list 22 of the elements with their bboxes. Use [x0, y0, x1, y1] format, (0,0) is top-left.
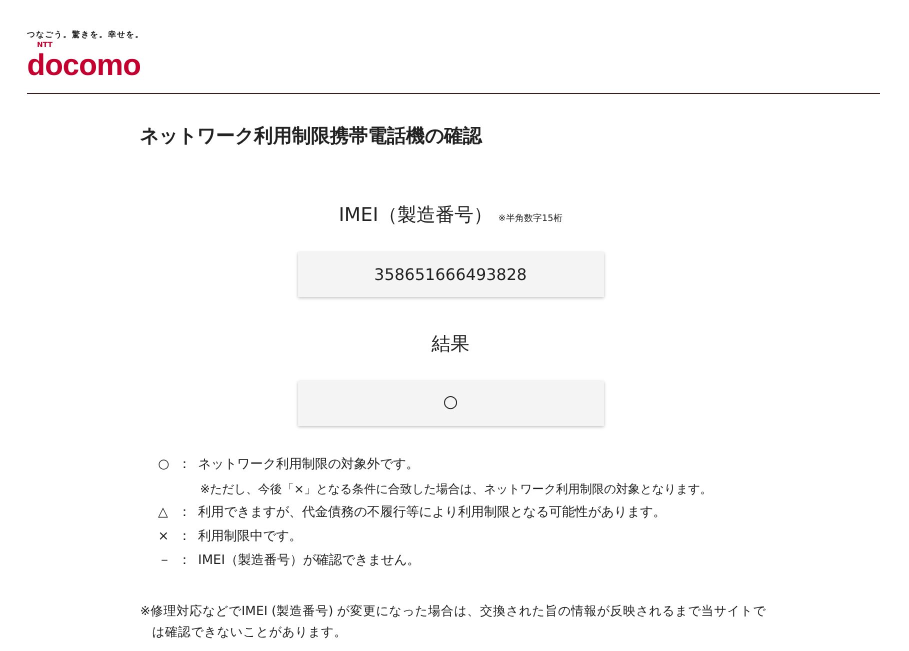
- legend-separator: ：: [178, 552, 192, 570]
- imei-field[interactable]: 358651666493828: [298, 252, 604, 297]
- legend-text: 利用できますが、代金債務の不履行等により利用制限となる可能性があります。: [198, 504, 666, 522]
- legend-symbol: ×: [158, 528, 170, 546]
- logo[interactable]: docomo: [27, 51, 141, 81]
- legend-symbol: ○: [158, 456, 170, 474]
- imei-hint: ※半角数字15桁: [498, 212, 562, 226]
- legend-text: IMEI（製造番号）が確認できません。: [198, 552, 420, 570]
- legend-symbol: △: [158, 504, 169, 522]
- legend-separator: ：: [178, 456, 192, 474]
- legend-text: 利用制限中です。: [198, 528, 302, 546]
- result-label: 結果: [432, 332, 470, 357]
- legend-note: ※ただし、今後「×」となる条件に合致した場合は、ネットワーク利用制限の対象となります。: [200, 480, 712, 498]
- legend-symbol: －: [158, 552, 172, 570]
- imei-label: IMEI（製造番号）: [338, 202, 492, 228]
- legend-separator: ：: [178, 504, 192, 522]
- tagline: つなごう。驚きを。幸せを。: [27, 29, 144, 41]
- legend-separator: ：: [178, 528, 192, 546]
- result-field: ○: [298, 380, 604, 426]
- legend-text: ネットワーク利用制限の対象外です。: [198, 456, 419, 474]
- page-title: ネットワーク利用制限携帯電話機の確認: [140, 124, 482, 149]
- footnote: ※修理対応などでIMEI (製造番号) が変更になった場合は、交換された旨の情報が反映されるまで当サイトでは確認できないことがあります。: [140, 602, 768, 640]
